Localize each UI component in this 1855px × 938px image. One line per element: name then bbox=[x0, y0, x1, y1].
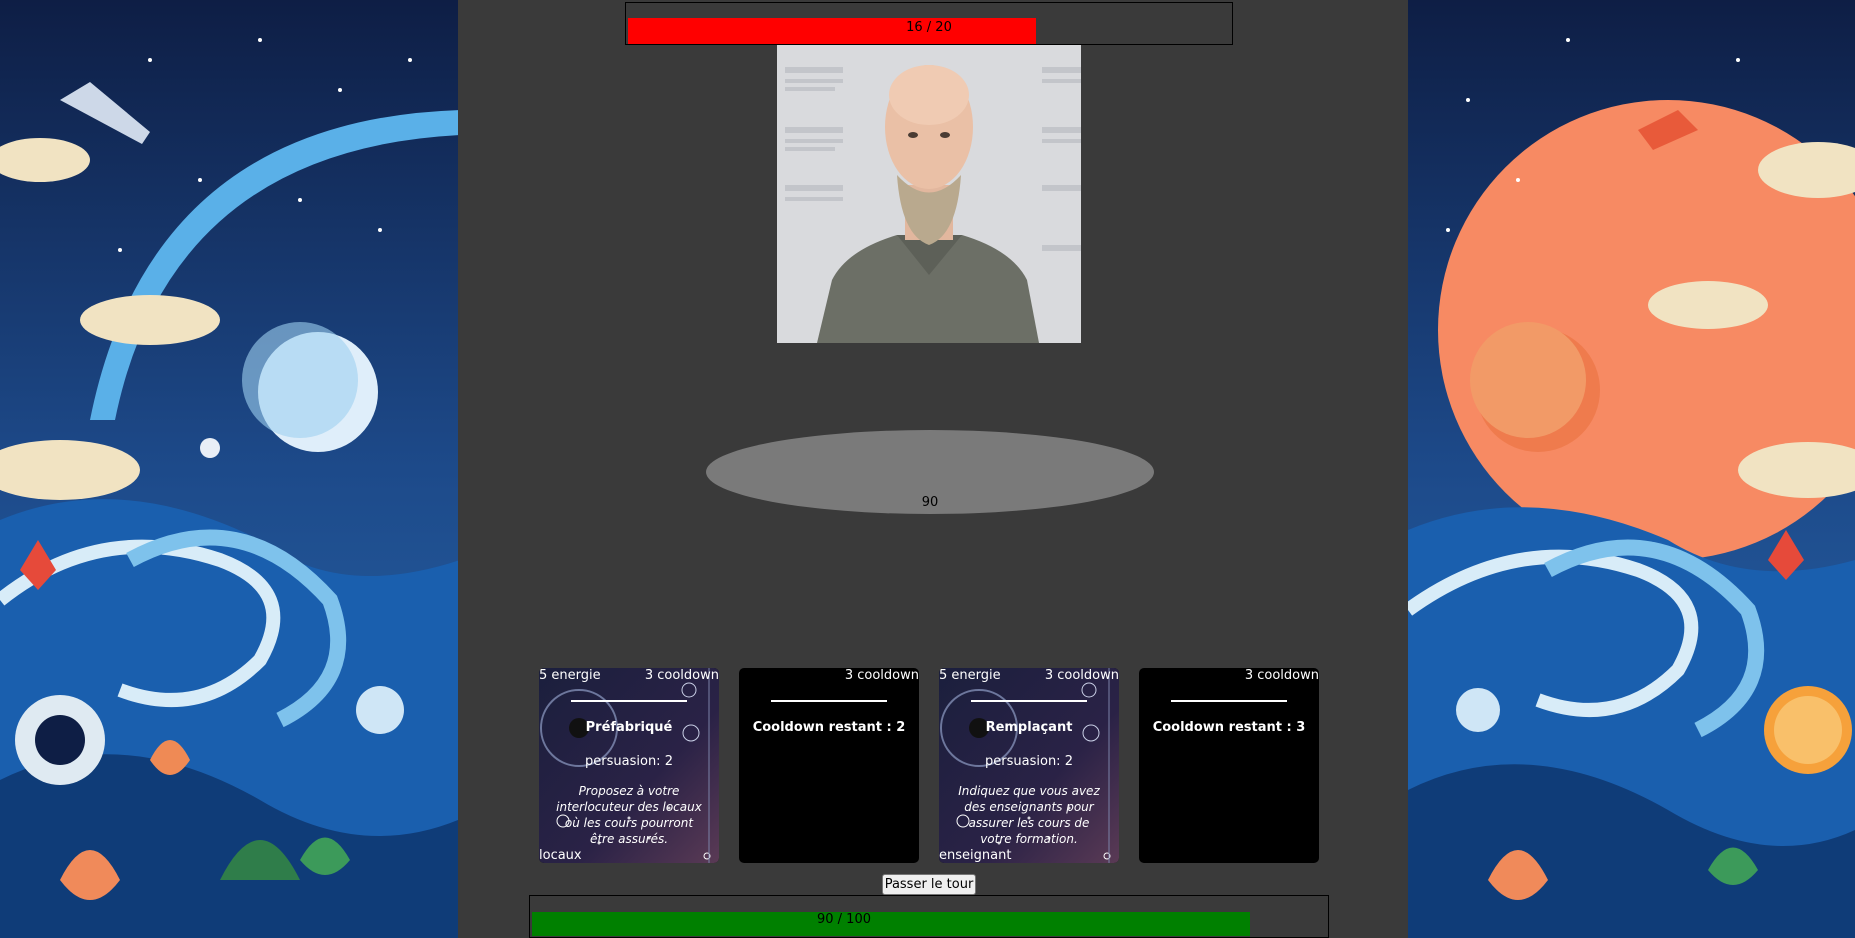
card-divider bbox=[771, 700, 887, 702]
card-divider bbox=[971, 700, 1087, 702]
card-on-cooldown-3: 3 cooldown Cooldown restant : 3 bbox=[1139, 668, 1319, 863]
card-cooldown: 3 cooldown bbox=[1244, 668, 1319, 683]
card-title: Cooldown restant : 3 bbox=[1152, 720, 1306, 735]
card-description: Proposez à votre interlocuteur des locau… bbox=[556, 784, 702, 846]
card-energy: 5 energie bbox=[539, 668, 601, 683]
card-cooldown: 3 cooldown bbox=[1044, 668, 1119, 683]
card-prefabrique[interactable]: 5 energie 3 cooldown Préfabriqué persuas… bbox=[539, 668, 719, 863]
enemy-health-text: 16 / 20 bbox=[906, 20, 952, 35]
card-tag: enseignant bbox=[939, 848, 1012, 863]
card-tag: locaux bbox=[539, 848, 582, 863]
card-stat: persuasion: 2 bbox=[585, 754, 673, 769]
card-description: Indiquez que vous avez des enseignants p… bbox=[958, 784, 1100, 846]
left-background-art bbox=[0, 0, 458, 938]
right-background-art bbox=[1408, 0, 1855, 938]
card-energy: 5 energie bbox=[939, 668, 1001, 683]
player-energy-bar: 90 / 100 bbox=[529, 895, 1329, 938]
card-title: Cooldown restant : 2 bbox=[752, 720, 906, 735]
card-divider bbox=[1171, 700, 1287, 702]
card-title: Préfabriqué bbox=[585, 720, 673, 735]
arena-value: 90 bbox=[921, 495, 939, 510]
opponent-portrait bbox=[777, 45, 1081, 343]
pass-turn-button[interactable]: Passer le tour bbox=[882, 874, 976, 895]
card-divider bbox=[571, 700, 687, 702]
card-remplacant[interactable]: 5 energie 3 cooldown Remplaçant persuasi… bbox=[939, 668, 1119, 863]
card-title: Remplaçant bbox=[985, 720, 1073, 735]
card-on-cooldown-1: 3 cooldown Cooldown restant : 2 bbox=[739, 668, 919, 863]
enemy-health-bar: 16 / 20 bbox=[625, 2, 1233, 45]
card-cooldown: 3 cooldown bbox=[844, 668, 919, 683]
card-cooldown: 3 cooldown bbox=[644, 668, 719, 683]
player-energy-text: 90 / 100 bbox=[817, 912, 871, 927]
card-stat: persuasion: 2 bbox=[985, 754, 1073, 769]
